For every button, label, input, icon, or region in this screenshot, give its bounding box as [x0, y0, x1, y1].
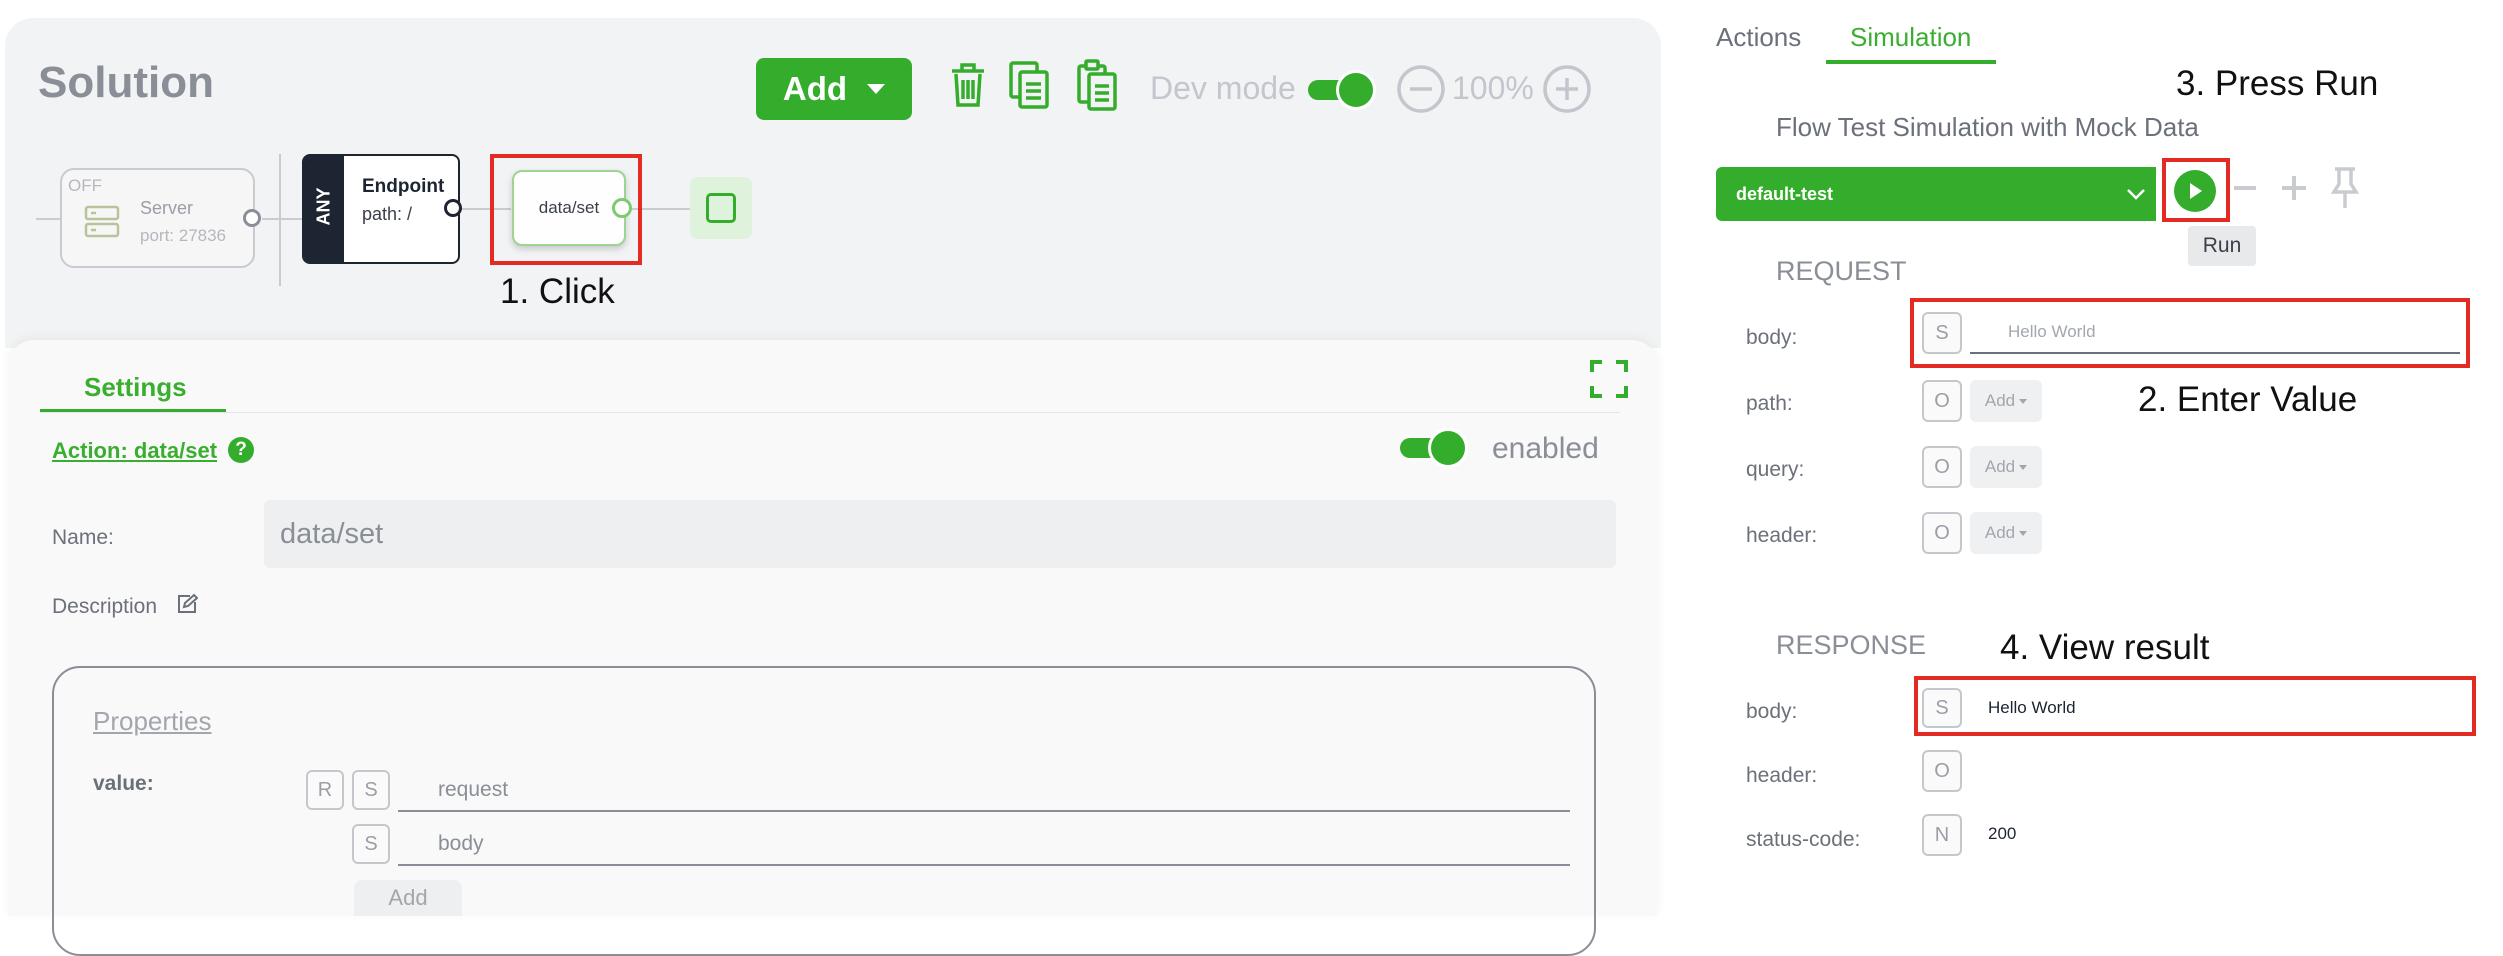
request-body-value: Hello World: [2008, 322, 2096, 341]
tab-simulation[interactable]: Simulation: [1850, 22, 1971, 53]
server-icon: [84, 205, 120, 238]
add-value-button[interactable]: Add: [354, 880, 462, 916]
response-body-badge: S: [1922, 688, 1962, 728]
edit-icon[interactable]: [176, 593, 198, 615]
request-header-add-label: Add: [1984, 523, 2016, 542]
run-tooltip: Run: [2188, 226, 2256, 266]
response-status-value: 200: [1988, 824, 2017, 843]
annotation-step1: 1. Click: [500, 272, 615, 311]
request-header-label: header:: [1746, 524, 1818, 547]
response-status-label: status-code:: [1746, 828, 1861, 851]
request-query-label: query:: [1746, 458, 1805, 481]
add-test-icon[interactable]: [2280, 174, 2308, 202]
tab-simulation-underline: [1826, 60, 1996, 64]
server-output-port[interactable]: [243, 209, 261, 227]
request-path-badge[interactable]: O: [1922, 380, 1962, 422]
tab-settings[interactable]: Settings: [84, 372, 187, 403]
request-query-add[interactable]: Add: [1970, 446, 2042, 488]
request-body-label: body:: [1746, 326, 1798, 349]
request-path-add[interactable]: Add: [1970, 380, 2042, 422]
request-header-badge[interactable]: O: [1922, 512, 1962, 554]
play-icon: [2190, 183, 2202, 199]
annotation-step3: 3. Press Run: [2176, 64, 2379, 103]
annotation-step2: 2. Enter Value: [2138, 380, 2358, 419]
server-node[interactable]: OFF Server port: 27836: [60, 168, 255, 268]
value-label: value:: [93, 772, 154, 795]
caret-down-icon: [2019, 530, 2028, 536]
caret-down-icon: [2019, 464, 2028, 470]
tab-divider: [40, 412, 1620, 413]
zoom-out-icon[interactable]: [1396, 64, 1446, 114]
value-row-input[interactable]: request: [398, 774, 1570, 812]
request-query-badge[interactable]: O: [1922, 446, 1962, 488]
add-button[interactable]: Add: [756, 58, 912, 120]
response-status-badge: N: [1922, 814, 1962, 856]
name-field-value: data/set: [280, 518, 384, 550]
trash-icon[interactable]: [950, 62, 986, 108]
flow-edge: [262, 218, 302, 220]
value-row-text: request: [438, 778, 509, 801]
badge-s[interactable]: S: [352, 824, 390, 864]
test-select[interactable]: default-test: [1716, 167, 2156, 221]
run-button[interactable]: [2174, 170, 2216, 212]
response-body-label: body:: [1746, 700, 1798, 723]
pin-icon[interactable]: [2330, 166, 2360, 210]
action-link[interactable]: Action: data/set: [52, 438, 217, 464]
server-name: Server: [140, 198, 194, 218]
response-heading: RESPONSE: [1776, 630, 1927, 660]
annotation-step4: 4. View result: [2000, 628, 2210, 667]
request-path-label: path:: [1746, 392, 1793, 415]
endpoint-path: path: /: [362, 204, 413, 224]
value-row-text: body: [438, 832, 484, 855]
flow-divider: [279, 154, 281, 286]
flow-edge: [36, 218, 60, 220]
endpoint-node[interactable]: ANY Endpoint path: /: [302, 154, 460, 264]
caret-down-icon: [867, 84, 886, 94]
node-square-icon: [706, 193, 736, 223]
help-icon[interactable]: ?: [228, 437, 254, 463]
response-body-value: Hello World: [1988, 698, 2076, 717]
request-path-add-label: Add: [1984, 391, 2016, 410]
test-select-value: default-test: [1736, 184, 1834, 204]
response-header-badge: O: [1922, 750, 1962, 792]
action-output-port[interactable]: [612, 198, 632, 218]
name-label: Name:: [52, 526, 114, 549]
server-port: port: 27836: [140, 226, 227, 245]
badge-r[interactable]: R: [306, 770, 344, 810]
request-header-add[interactable]: Add: [1970, 512, 2042, 554]
endpoint-name: Endpoint: [362, 176, 445, 197]
paste-icon[interactable]: [1076, 58, 1118, 112]
description-label: Description: [52, 595, 158, 618]
properties-title: Properties: [93, 706, 212, 736]
remove-test-icon[interactable]: [2234, 186, 2256, 190]
endpoint-output-port[interactable]: [444, 199, 462, 217]
request-body-input[interactable]: Hello World: [1970, 318, 2460, 354]
request-heading: REQUEST: [1776, 256, 1907, 286]
server-status: OFF: [68, 176, 102, 195]
simulation-title: Flow Test Simulation with Mock Data: [1776, 112, 2199, 142]
fullscreen-icon[interactable]: [1590, 360, 1628, 398]
enabled-label: enabled: [1492, 432, 1599, 465]
zoom-in-icon[interactable]: [1542, 64, 1592, 114]
request-body-badge[interactable]: S: [1922, 312, 1962, 354]
request-query-add-label: Add: [1984, 457, 2016, 476]
value-row-input[interactable]: body: [398, 828, 1570, 866]
endpoint-method: ANY: [313, 187, 334, 226]
enabled-toggle-knob: [1428, 428, 1468, 468]
tab-actions[interactable]: Actions: [1716, 22, 1801, 53]
chevron-down-icon: [2127, 189, 2145, 200]
name-field[interactable]: data/set: [264, 500, 1616, 568]
response-header-label: header:: [1746, 764, 1818, 787]
dev-mode-toggle-knob: [1336, 70, 1376, 110]
dev-mode-label: Dev mode: [1150, 70, 1296, 106]
badge-s[interactable]: S: [352, 770, 390, 810]
copy-icon[interactable]: [1008, 60, 1050, 110]
caret-down-icon: [2019, 398, 2028, 404]
page-title: Solution: [38, 58, 214, 107]
action-node[interactable]: data/set: [512, 170, 626, 246]
zoom-level: 100%: [1452, 70, 1534, 106]
add-button-label: Add: [782, 70, 848, 107]
